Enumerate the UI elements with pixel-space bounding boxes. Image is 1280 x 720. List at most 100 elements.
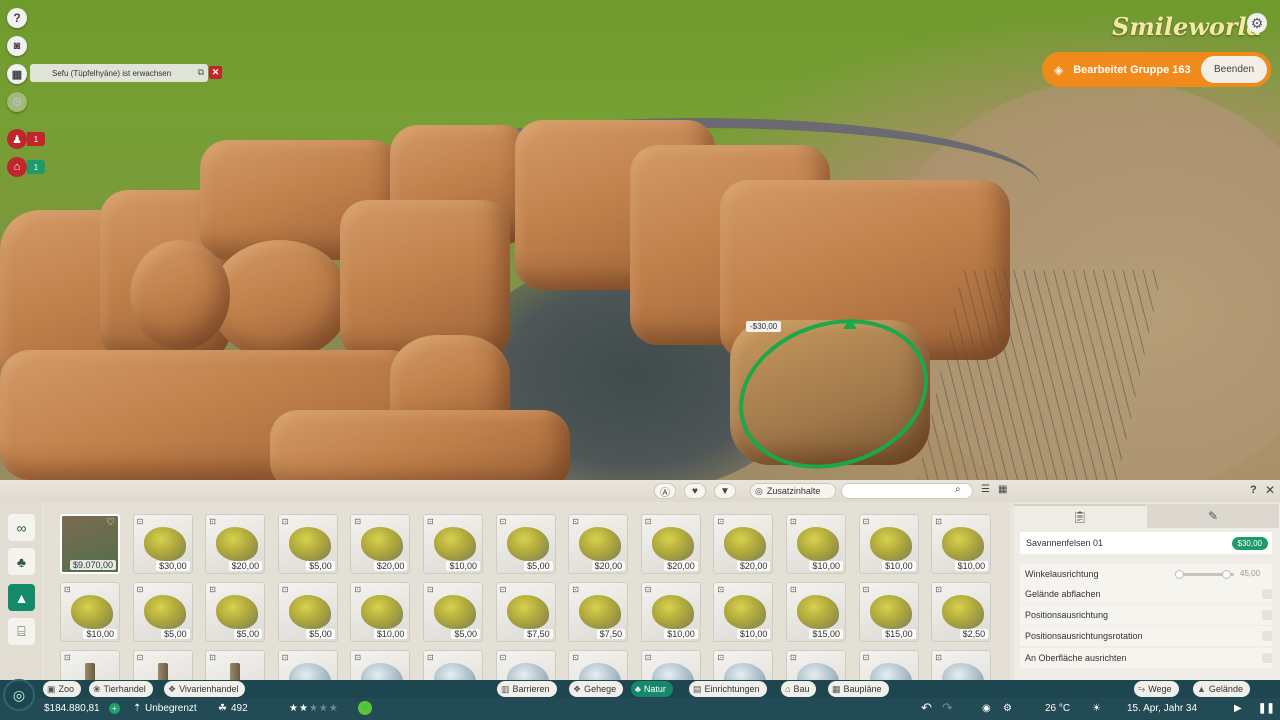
item-tile[interactable]: ⊡ $15,00 (858, 582, 919, 642)
panel-close-button[interactable]: ✕ (1265, 483, 1275, 497)
item-tile[interactable]: ⊡ $10,00 (60, 582, 120, 642)
notification-close-button[interactable]: ✕ (209, 66, 222, 79)
item-tile[interactable]: ⊡ (568, 650, 629, 680)
camera-mode-icon[interactable]: ◉ (982, 703, 991, 714)
undo-icon[interactable]: ↶ (921, 700, 932, 716)
notification[interactable]: Sefu (Tüpfelhyäne) ist erwachsen ⧉ (30, 64, 208, 82)
external-link-icon[interactable]: ⧉ (198, 67, 204, 78)
item-tile[interactable]: ⊡ $7,50 (495, 582, 556, 642)
item-tile[interactable]: ⊡ $5,00 (277, 514, 338, 574)
dlc-filter-button[interactable]: ◎ Zusatzinhalte (750, 483, 836, 499)
item-tile[interactable]: ⊡ (931, 650, 992, 680)
item-tile[interactable]: ⊡ $10,00 (423, 514, 483, 574)
camera-button[interactable]: ◙ (7, 36, 27, 56)
position-align-row[interactable]: Positionsausrichtung (1020, 605, 1272, 625)
item-tile[interactable]: ⊡ (423, 650, 483, 680)
flatten-terrain-row[interactable]: Gelände abflachen (1020, 584, 1272, 604)
position-align-checkbox[interactable] (1262, 610, 1272, 620)
item-tile[interactable]: ⊡ $20,00 (205, 514, 266, 574)
slider-thumb-left[interactable] (1175, 570, 1184, 579)
home-button[interactable]: ◎ (3, 679, 35, 711)
play-icon[interactable]: ▶ (1234, 703, 1242, 714)
flatten-checkbox[interactable] (1262, 589, 1272, 599)
item-tile[interactable]: ⊡ $5,00 (277, 582, 338, 642)
tab-info[interactable]: 📋︎ (1014, 504, 1146, 528)
item-tile[interactable]: ⊡ $10,00 (640, 582, 701, 642)
nav-natur[interactable]: ♣ Natur (631, 681, 673, 697)
nav-zoo[interactable]: ▣ Zoo (43, 681, 82, 697)
angle-slider[interactable] (1175, 570, 1234, 579)
end-button[interactable]: Beenden (1201, 56, 1267, 83)
category-decor[interactable]: ⌸ (8, 618, 35, 645)
list-view-icon[interactable]: ☰ (981, 484, 990, 495)
item-tile[interactable]: ⊡ $20,00 (568, 514, 629, 574)
money-value: $184.880,81 (44, 703, 100, 714)
category-rocks[interactable]: ▲ (8, 584, 35, 611)
category-trees[interactable]: ♣ (8, 548, 35, 575)
featured-item-tile[interactable]: ♡ $9.070,00 (60, 514, 120, 574)
favorites-button[interactable]: ♥ (684, 483, 706, 499)
calendar-button[interactable]: ▦ (7, 64, 27, 84)
settings-button[interactable]: ⚙ (1247, 13, 1267, 33)
item-tile[interactable]: ⊡ (713, 650, 774, 680)
pause-icon[interactable]: ❚❚ (1258, 703, 1275, 714)
grid-view-icon[interactable]: ▦ (998, 484, 1007, 495)
shop-alert-button[interactable]: ⌂ (7, 157, 27, 177)
rock-thumbnail (361, 663, 404, 680)
guest-alert-button[interactable]: ♟ (7, 129, 27, 149)
help-button[interactable]: ? (7, 8, 27, 28)
panel-help-button[interactable]: ? (1250, 484, 1257, 496)
position-rotation-row[interactable]: Positionsausrichtungsrotation (1020, 626, 1272, 646)
search-input[interactable] (841, 483, 973, 499)
item-tile[interactable]: ⊡ $15,00 (786, 582, 846, 642)
rock-thumbnail (651, 527, 694, 561)
slider-thumb[interactable] (1221, 570, 1231, 579)
item-tile[interactable]: ⊡ $10,00 (786, 514, 846, 574)
item-tile[interactable]: ⊡ (350, 650, 411, 680)
surface-align-checkbox[interactable] (1262, 653, 1272, 663)
nav-vivarien[interactable]: ❖ Vivarienhandel (164, 681, 246, 697)
position-rotation-checkbox[interactable] (1262, 631, 1272, 641)
item-tile[interactable]: ⊡ (640, 650, 701, 680)
item-tile[interactable]: ⊡ (495, 650, 556, 680)
settings-icon[interactable]: ⚙ (1003, 703, 1012, 714)
item-tile[interactable]: ⊡ $10,00 (931, 514, 992, 574)
nav-tierhandel[interactable]: ❀ Tierhandel (89, 681, 153, 697)
item-tile[interactable]: ⊡ (132, 650, 193, 680)
nav-barrieren[interactable]: ▥ Barrieren (497, 681, 557, 697)
tab-paint[interactable]: ✎ (1147, 504, 1279, 528)
nav-wege[interactable]: ⥲ Wege (1134, 681, 1179, 697)
item-tile[interactable]: ⊡ $5,00 (495, 514, 556, 574)
item-tile[interactable]: ⊡ $20,00 (640, 514, 701, 574)
item-tile[interactable]: ⊡ $2,50 (931, 582, 992, 642)
filter-button[interactable]: ▼ (714, 483, 736, 499)
item-tile[interactable]: ⊡ $5,00 (423, 582, 483, 642)
item-tile[interactable]: ⊡ $20,00 (350, 514, 411, 574)
item-tile[interactable]: ⊡ $20,00 (713, 514, 774, 574)
item-tile[interactable]: ⊡ (60, 650, 120, 680)
nav-gehege[interactable]: ❖ Gehege (569, 681, 624, 697)
alphabetical-sort-button[interactable]: Ⓐ (654, 483, 676, 499)
heart-icon[interactable]: ♡ (106, 517, 115, 528)
item-tile[interactable]: ⊡ $30,00 (132, 514, 193, 574)
search-icon[interactable]: ⌕ (955, 484, 961, 495)
nav-gelaende[interactable]: ▲ Gelände (1193, 681, 1250, 697)
nav-einrichtungen[interactable]: ▤ Einrichtungen (689, 681, 767, 697)
nav-bauplaene[interactable]: ▦ Baupläne (828, 681, 889, 697)
item-tile[interactable]: ⊡ $10,00 (858, 514, 919, 574)
surface-align-row[interactable]: An Oberfläche ausrichten (1020, 648, 1272, 668)
item-tile[interactable]: ⊡ $7,50 (568, 582, 629, 642)
item-tile[interactable]: ⊡ $5,00 (205, 582, 266, 642)
rotate-arrow-icon[interactable] (843, 318, 857, 329)
add-money-icon[interactable]: + (109, 703, 120, 714)
item-tile[interactable]: ⊡ $10,00 (713, 582, 774, 642)
item-tile[interactable]: ⊡ $5,00 (132, 582, 193, 642)
category-all[interactable]: ∞ (8, 514, 35, 541)
item-tile[interactable]: ⊡ (858, 650, 919, 680)
redo-icon[interactable]: ↷ (942, 700, 953, 716)
item-tile[interactable]: ⊡ (277, 650, 338, 680)
nav-bau[interactable]: ⌂ Bau (781, 681, 817, 697)
item-tile[interactable]: ⊡ $10,00 (350, 582, 411, 642)
item-tile[interactable]: ⊡ (786, 650, 846, 680)
item-tile[interactable]: ⊡ (205, 650, 266, 680)
